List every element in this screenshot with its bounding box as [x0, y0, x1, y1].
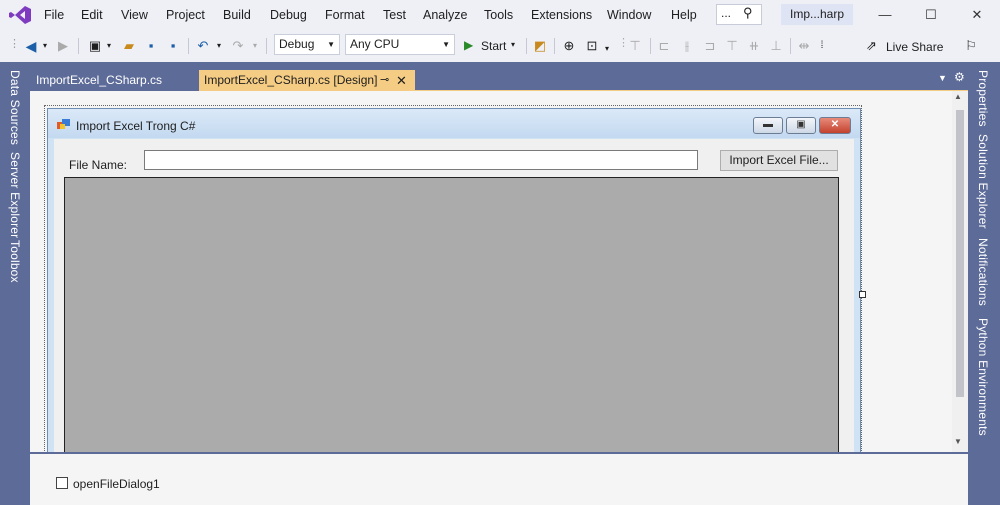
minimize-button[interactable]: — — [870, 5, 900, 25]
save-all-icon[interactable]: ▪ — [164, 37, 182, 55]
menu-window[interactable]: Window — [605, 6, 653, 24]
menu-tools[interactable]: Tools — [482, 6, 515, 24]
toolbar-grip-icon: ⋮ — [9, 38, 20, 50]
notifications-tab[interactable]: Notifications — [976, 238, 990, 306]
forward-icon[interactable]: ▶ — [54, 37, 72, 55]
menu-build[interactable]: Build — [221, 6, 253, 24]
new-project-icon[interactable]: ▣ — [86, 37, 104, 55]
start-button[interactable]: ▶ Start ▾ — [461, 36, 521, 56]
open-file-dialog-icon — [56, 477, 68, 489]
configuration-value: Debug — [279, 37, 315, 51]
save-icon[interactable]: ▪ — [142, 37, 160, 55]
toolbar-separator — [188, 38, 189, 54]
scroll-down-icon[interactable]: ▼ — [954, 437, 962, 446]
menu-file[interactable]: File — [42, 6, 66, 24]
close-window-button[interactable]: ✕ — [962, 5, 992, 25]
resize-handle[interactable] — [859, 291, 866, 298]
toolbar-separator — [650, 38, 651, 54]
dropdown-icon[interactable]: ▾ — [602, 40, 612, 58]
close-tab-icon[interactable]: ✕ — [396, 70, 407, 91]
spacing-icon[interactable]: ⇹ — [796, 37, 812, 55]
search-dots: ... — [721, 6, 732, 20]
align-guide-icon[interactable]: ⊤ — [626, 37, 644, 55]
align-right-icon[interactable]: ⊐ — [702, 37, 718, 55]
menu-debug[interactable]: Debug — [268, 6, 309, 24]
component-tray — [30, 452, 968, 505]
file-name-label: File Name: — [69, 158, 128, 172]
share-icon: ⇗ — [866, 38, 877, 53]
menu-format[interactable]: Format — [323, 6, 367, 24]
align-top-icon[interactable]: ⊤ — [724, 37, 740, 55]
form-title: Import Excel Trong C# — [76, 119, 196, 133]
toolbar-separator — [790, 38, 791, 54]
align-left-icon[interactable]: ⊏ — [656, 37, 672, 55]
data-grid-view[interactable] — [64, 177, 839, 453]
tab-strip — [30, 62, 968, 91]
chevron-down-icon: ▼ — [327, 40, 335, 49]
scrollbar-thumb[interactable] — [956, 110, 964, 397]
solution-explorer-tab[interactable]: Solution Explorer — [976, 134, 990, 229]
undo-dropdown-icon[interactable]: ▾ — [214, 37, 224, 55]
platform-value: Any CPU — [350, 37, 400, 51]
align-bottom-icon[interactable]: ⊥ — [768, 37, 784, 55]
live-share-label: Live Share — [886, 40, 944, 54]
new-dropdown-icon[interactable]: ▾ — [104, 37, 114, 55]
redo-icon[interactable]: ↷ — [229, 37, 247, 55]
play-icon: ▶ — [464, 38, 474, 52]
open-file-dialog-component[interactable]: openFileDialog1 — [73, 477, 160, 491]
chevron-down-icon: ▼ — [442, 40, 450, 49]
solution-title-badge[interactable]: Imp...harp — [781, 4, 853, 25]
find-icon[interactable]: ⊕ — [560, 37, 578, 55]
align-middle-icon[interactable]: ⧺ — [746, 37, 762, 55]
start-label: Start — [481, 39, 507, 53]
form-minimize-button[interactable]: ▬ — [753, 117, 783, 134]
file-name-input[interactable] — [144, 150, 698, 170]
toolbar-separator — [526, 38, 527, 54]
menu-extensions[interactable]: Extensions — [529, 6, 594, 24]
tab-list-dropdown-icon[interactable]: ▼ — [938, 73, 947, 83]
menu-project[interactable]: Project — [164, 6, 207, 24]
form-maximize-button[interactable]: ▣ — [786, 117, 816, 134]
align-center-icon[interactable]: ⫲ — [679, 37, 695, 55]
screenshot-icon[interactable]: ⊡ — [583, 37, 601, 55]
form-app-icon — [57, 119, 70, 129]
search-icon: ⚲ — [743, 5, 753, 20]
live-share-button[interactable]: ⇗ Live Share — [866, 38, 944, 56]
feedback-icon[interactable]: ⚐ — [962, 37, 980, 55]
configuration-select[interactable]: Debug ▼ — [274, 34, 340, 55]
menu-test[interactable]: Test — [381, 6, 408, 24]
properties-tab[interactable]: Properties — [976, 70, 990, 127]
menu-view[interactable]: View — [119, 6, 150, 24]
undo-icon[interactable]: ↶ — [194, 37, 212, 55]
server-explorer-tab[interactable]: Server Explorer — [8, 152, 22, 238]
menu-edit[interactable]: Edit — [79, 6, 105, 24]
menu-help[interactable]: Help — [669, 6, 699, 24]
scroll-up-icon[interactable]: ▲ — [954, 92, 962, 101]
back-icon[interactable]: ◀ — [22, 37, 40, 55]
pin-icon[interactable]: ⊸ — [380, 70, 389, 91]
browser-link-icon[interactable]: ◩ — [531, 37, 549, 55]
import-excel-button[interactable]: Import Excel File... — [720, 150, 838, 171]
toolbar-separator — [78, 38, 79, 54]
python-environments-tab[interactable]: Python Environments — [976, 318, 990, 436]
chevron-down-icon: ▾ — [511, 40, 516, 49]
toolbar-separator — [554, 38, 555, 54]
open-folder-icon[interactable]: ▰ — [120, 37, 138, 55]
maximize-button[interactable]: ☐ — [916, 5, 946, 25]
tab-code-file[interactable]: ImportExcel_CSharp.cs — [30, 70, 168, 90]
visual-studio-logo-icon[interactable] — [8, 5, 32, 25]
form-close-button[interactable]: ✕ — [819, 117, 851, 134]
toolbar-separator — [266, 38, 267, 54]
back-dropdown-icon[interactable]: ▾ — [40, 37, 50, 55]
platform-select[interactable]: Any CPU ▼ — [345, 34, 455, 55]
redo-dropdown-icon[interactable]: ▾ — [250, 37, 260, 55]
overflow-icon[interactable]: ⁞ — [816, 37, 828, 55]
settings-gear-icon[interactable]: ⚙ — [954, 70, 965, 84]
search-box[interactable]: ... ⚲ — [716, 4, 762, 25]
menu-analyze[interactable]: Analyze — [421, 6, 469, 24]
toolbox-tab[interactable]: Toolbox — [8, 240, 22, 283]
data-sources-tab[interactable]: Data Sources — [8, 70, 22, 145]
